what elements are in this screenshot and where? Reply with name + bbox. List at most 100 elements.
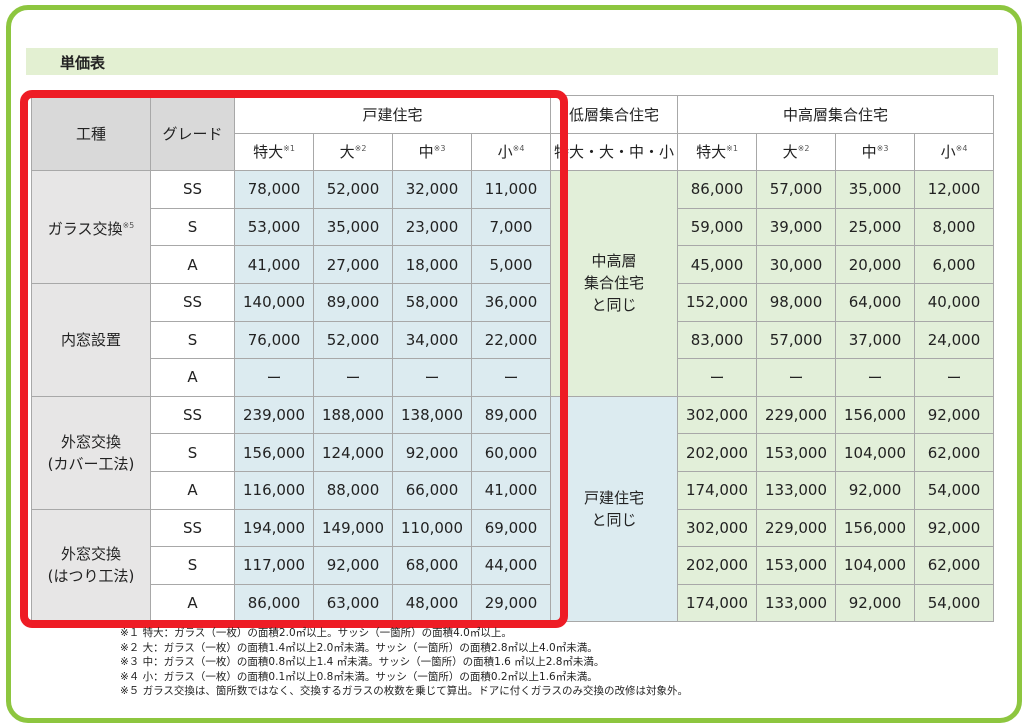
- footnotes: ※１ 特大：ガラス（一枚）の面積2.0㎡以上。サッシ（一箇所）の面積4.0㎡以上…: [120, 626, 688, 699]
- detached-price-cell: 22,000: [471, 320, 551, 360]
- footnote-mark: ※1: [283, 144, 295, 154]
- grade-cell: SS: [150, 395, 235, 435]
- detached-price-cell: 76,000: [234, 320, 314, 360]
- unit-price-table: 工種 グレード 戸建住宅 低層集合住宅 中高層集合住宅 特大※1 大※2 中※3 小※4 特大・大…: [31, 94, 994, 623]
- detached-price-cell: 27,000: [313, 245, 393, 284]
- footnote-mark: ※1: [726, 144, 738, 154]
- mid-high-price-cell: 40,000: [914, 282, 994, 322]
- detached-price-cell: 89,000: [313, 282, 393, 322]
- detached-price-cell: ー: [471, 358, 551, 397]
- footnote-4: ※４ 小：ガラス（一枚）の面積0.1㎡以上0.8㎡未満。サッシ（一箇所）の面積0…: [120, 670, 598, 683]
- size-header: 中※3: [835, 132, 915, 172]
- detached-price-cell: 89,000: [471, 395, 551, 435]
- size-header: 特大※1: [677, 132, 757, 172]
- mid-high-price-cell: 86,000: [677, 170, 757, 209]
- low-rise-same-as-mid-high: 中高層 集合住宅 と同じ: [550, 170, 678, 397]
- table-row: A 86,000 63,000 48,000 29,000 174,000 133,000 9…: [32, 583, 994, 623]
- mid-high-price-cell: 59,000: [677, 207, 757, 247]
- footnote-mark: ※3: [876, 144, 889, 154]
- detached-price-cell: 52,000: [313, 170, 393, 209]
- detached-price-cell: 88,000: [313, 470, 393, 510]
- work-type-cell: 外窓交換 (はつり工法): [31, 508, 151, 623]
- mid-high-price-cell: 57,000: [756, 170, 836, 209]
- detached-price-cell: ー: [313, 358, 393, 397]
- table-row: Aーーーーーーーー: [32, 358, 994, 397]
- detached-price-cell: 117,000: [234, 546, 314, 585]
- footnote-mark: ※4: [512, 144, 525, 154]
- mid-high-price-cell: 133,000: [756, 583, 836, 623]
- detached-price-cell: 194,000: [234, 508, 314, 548]
- work-type-cell: ガラス交換※5: [31, 170, 151, 284]
- size-label: 中: [861, 143, 877, 162]
- low-rise-header: 低層集合住宅: [550, 95, 678, 134]
- mid-high-price-cell: 92,000: [914, 508, 994, 548]
- mid-high-price-cell: 202,000: [677, 433, 757, 472]
- detached-price-cell: 92,000: [313, 546, 393, 585]
- work-type-name: 内窓設置: [60, 330, 121, 349]
- size-label: 特大: [253, 143, 284, 162]
- detached-price-cell: 149,000: [313, 508, 393, 548]
- work-type-header: 工種: [31, 94, 151, 172]
- detached-header: 戸建住宅: [234, 95, 551, 134]
- footnote-2: ※２ 大：ガラス（一枚）の面積1.4㎡以上2.0㎡未満。サッシ（一箇所）の面積2…: [120, 641, 598, 654]
- mid-high-price-cell: 174,000: [677, 470, 757, 510]
- work-type-name: ガラス交換: [47, 219, 123, 238]
- grade-cell: A: [150, 245, 235, 284]
- mid-high-price-cell: 35,000: [835, 170, 915, 209]
- mid-high-price-cell: 156,000: [835, 395, 915, 435]
- mid-high-price-cell: 153,000: [756, 546, 836, 585]
- mid-high-price-cell: 302,000: [677, 508, 757, 548]
- table-row: 外窓交換 (カバー工法) SS 239,000 188,000 138,000 89,00…: [31, 395, 994, 623]
- detached-price-cell: ー: [392, 358, 472, 397]
- detached-price-cell: 68,000: [392, 546, 472, 585]
- detached-price-cell: 140,000: [234, 282, 314, 322]
- detached-price-cell: 188,000: [313, 395, 393, 435]
- detached-price-cell: 29,000: [471, 583, 551, 623]
- detached-price-cell: 32,000: [392, 170, 472, 209]
- detached-price-cell: 69,000: [471, 508, 551, 548]
- work-type-name: 外窓交換 (はつり工法): [47, 545, 135, 586]
- table-row: ガラス交換※5 SS 78,000 52,000 32,000 11,000 中高層 集合住…: [31, 170, 994, 397]
- grade-cell: SS: [150, 282, 235, 322]
- footnote-mark: ※5: [122, 220, 135, 230]
- mid-high-price-cell: 39,000: [756, 207, 836, 247]
- grade-cell: A: [150, 470, 235, 510]
- table-row: A 116,000 88,000 66,000 41,000 174,000 133,000…: [32, 470, 994, 510]
- grade-cell: S: [150, 207, 235, 247]
- mid-high-price-cell: 98,000: [756, 282, 836, 322]
- mid-high-price-cell: 64,000: [835, 282, 915, 322]
- mid-high-price-cell: 83,000: [677, 320, 757, 360]
- detached-price-cell: 36,000: [471, 282, 551, 322]
- mid-high-price-cell: 104,000: [835, 546, 915, 585]
- size-header: 大※2: [313, 132, 393, 172]
- mid-high-price-cell: 45,000: [677, 245, 757, 284]
- size-header: 特大※1: [234, 132, 314, 172]
- detached-price-cell: 86,000: [234, 583, 314, 623]
- mid-high-rise-header: 中高層集合住宅: [677, 95, 994, 134]
- mid-high-price-cell: 6,000: [914, 245, 994, 284]
- detached-price-cell: 53,000: [234, 207, 314, 247]
- table-row: 内窓設置 SS 140,000 89,000 58,000 36,000 152,000 98…: [31, 282, 994, 397]
- footnote-mark: ※3: [433, 144, 446, 154]
- mid-high-price-cell: 62,000: [914, 546, 994, 585]
- mid-high-price-cell: 24,000: [914, 320, 994, 360]
- mid-high-price-cell: 92,000: [835, 470, 915, 510]
- detached-price-cell: ー: [234, 358, 314, 397]
- detached-price-cell: 5,000: [471, 245, 551, 284]
- mid-high-price-cell: 152,000: [677, 282, 757, 322]
- size-label: 小: [940, 143, 956, 162]
- mid-high-price-cell: 12,000: [914, 170, 994, 209]
- table-row: S 76,000 52,000 34,000 22,000 83,000 57,000 37,…: [32, 320, 994, 360]
- mid-high-price-cell: 104,000: [835, 433, 915, 472]
- mid-high-price-cell: ー: [914, 358, 994, 397]
- work-type-cell: 内窓設置: [31, 282, 151, 397]
- detached-price-cell: 41,000: [234, 245, 314, 284]
- detached-price-cell: 48,000: [392, 583, 472, 623]
- size-header: 中※3: [392, 132, 472, 172]
- detached-price-cell: 7,000: [471, 207, 551, 247]
- mid-high-price-cell: 156,000: [835, 508, 915, 548]
- work-type-cell: 外窓交換 (カバー工法): [31, 395, 151, 510]
- detached-price-cell: 18,000: [392, 245, 472, 284]
- mid-high-price-cell: 62,000: [914, 433, 994, 472]
- mid-high-price-cell: 229,000: [756, 508, 836, 548]
